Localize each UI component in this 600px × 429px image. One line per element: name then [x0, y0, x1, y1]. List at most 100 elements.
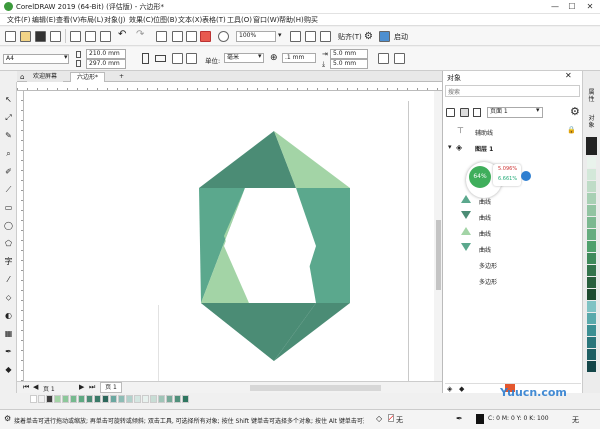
- zoom-width-icon[interactable]: [305, 31, 316, 42]
- palette-black-swatch[interactable]: [586, 137, 597, 155]
- vertical-scroll-thumb[interactable]: [436, 220, 441, 290]
- menu-object[interactable]: 对象(J): [104, 15, 126, 25]
- palette-swatch[interactable]: [587, 325, 596, 336]
- palette-swatch[interactable]: [587, 337, 596, 348]
- palette-swatch[interactable]: [587, 217, 596, 228]
- close-button[interactable]: ✕: [583, 1, 597, 12]
- menu-effects[interactable]: 效果(C): [129, 15, 153, 25]
- landscape-icon[interactable]: [155, 55, 166, 62]
- menu-layout[interactable]: 布局(L): [80, 15, 103, 25]
- bottom-palette-swatch[interactable]: [70, 395, 77, 403]
- zoom-fit-icon[interactable]: [320, 31, 331, 42]
- palette-swatch[interactable]: [587, 277, 596, 288]
- connector-tool-icon[interactable]: ⬦: [3, 292, 14, 303]
- crop-tool-icon[interactable]: ✎: [3, 130, 14, 141]
- page-layout-icon[interactable]: [394, 53, 405, 64]
- new-layer-icon[interactable]: ◈: [447, 385, 452, 393]
- page-select-chevron-icon[interactable]: ▾: [536, 106, 540, 114]
- bottom-palette-swatch[interactable]: [110, 395, 117, 403]
- palette-swatch[interactable]: [587, 265, 596, 276]
- paste-icon[interactable]: [100, 31, 111, 42]
- object-item-polygon[interactable]: 多边形: [479, 277, 497, 286]
- paper-size-chevron-icon[interactable]: ▾: [64, 53, 68, 61]
- redo-icon[interactable]: ↷: [136, 29, 144, 40]
- docker-options-gear-icon[interactable]: ⚙: [570, 105, 580, 118]
- page-tab-1[interactable]: 页 1: [100, 382, 122, 393]
- drawing-canvas[interactable]: [24, 91, 434, 381]
- status-gear-icon[interactable]: ⚙: [4, 414, 11, 423]
- open-folder-icon[interactable]: [20, 31, 31, 42]
- zoom-dropdown-chevron-icon[interactable]: ▾: [278, 31, 282, 39]
- menu-edit[interactable]: 编辑(E): [32, 15, 56, 25]
- paper-size-select[interactable]: A4: [3, 54, 69, 64]
- menu-table[interactable]: 表格(T): [202, 15, 226, 25]
- next-page-icon[interactable]: ▶: [79, 383, 84, 391]
- object-item-polygon[interactable]: 多边形: [479, 261, 497, 270]
- units-chevron-icon[interactable]: ▾: [258, 52, 262, 60]
- freehand-tool-icon[interactable]: ✐: [3, 166, 14, 177]
- ellipse-tool-icon[interactable]: ◯: [3, 220, 14, 231]
- docker-close-icon[interactable]: ✕: [565, 71, 572, 80]
- last-page-icon[interactable]: ⏭: [89, 383, 95, 392]
- bottom-palette-swatch[interactable]: [166, 395, 173, 403]
- bottom-palette-swatch[interactable]: [142, 395, 149, 403]
- transparency-tool-icon[interactable]: ▦: [3, 328, 14, 339]
- bottom-palette-swatch[interactable]: [158, 395, 165, 403]
- snap-to-menu[interactable]: 贴齐(T): [338, 32, 362, 42]
- export-icon[interactable]: [186, 31, 197, 42]
- bottom-palette-swatch[interactable]: [126, 395, 133, 403]
- bottom-palette-swatch[interactable]: [150, 395, 157, 403]
- tab-document[interactable]: 六边形*: [70, 72, 106, 82]
- tab-welcome[interactable]: 欢迎屏幕: [27, 72, 64, 82]
- rectangle-tool-icon[interactable]: ▭: [3, 202, 14, 213]
- bottom-palette-swatch[interactable]: [54, 395, 61, 403]
- layer-1-label[interactable]: 图层 1: [475, 144, 493, 153]
- menu-view[interactable]: 查看(V): [56, 15, 80, 25]
- hexagon-artwork[interactable]: [24, 91, 434, 381]
- palette-swatch[interactable]: [587, 349, 596, 360]
- new-document-icon[interactable]: [5, 31, 16, 42]
- menu-bitmaps[interactable]: 位图(B): [153, 15, 177, 25]
- bottom-palette-swatch[interactable]: [30, 395, 37, 403]
- polygon-tool-icon[interactable]: ⬠: [3, 238, 14, 249]
- all-pages-icon[interactable]: [172, 53, 183, 64]
- page-select[interactable]: 页面 1: [487, 107, 543, 118]
- nudge-distance-field[interactable]: .1 mm: [282, 53, 316, 63]
- cut-icon[interactable]: [70, 31, 81, 42]
- undo-icon[interactable]: ↶: [118, 29, 126, 40]
- palette-swatch[interactable]: [587, 361, 596, 372]
- launch-menu[interactable]: 启动: [394, 32, 408, 42]
- bottom-palette-swatch[interactable]: [174, 395, 181, 403]
- object-item-curve[interactable]: 曲线: [479, 197, 491, 206]
- horizontal-scroll-thumb[interactable]: [250, 385, 381, 391]
- maximize-button[interactable]: ☐: [565, 1, 579, 12]
- docker-search-field[interactable]: [445, 85, 580, 97]
- bottom-palette-swatch[interactable]: [62, 395, 69, 403]
- object-item-curve[interactable]: 曲线: [479, 229, 491, 238]
- publish-pdf-icon[interactable]: [200, 31, 211, 42]
- page-height-field[interactable]: 297.0 mm: [86, 59, 126, 69]
- palette-swatch[interactable]: [587, 181, 596, 192]
- bottom-palette-swatch[interactable]: [94, 395, 101, 403]
- duplicate-x-field[interactable]: 5.0 mm: [330, 49, 368, 59]
- copy-icon[interactable]: [85, 31, 96, 42]
- save-icon[interactable]: [35, 31, 46, 42]
- object-item-curve[interactable]: 曲线: [479, 245, 491, 254]
- menu-window[interactable]: 窗口(W): [253, 15, 279, 25]
- bottom-palette-swatch[interactable]: [38, 395, 45, 403]
- minimize-button[interactable]: —: [548, 1, 562, 12]
- layer-view-icon[interactable]: [460, 108, 469, 117]
- pick-tool-icon[interactable]: ↖: [3, 94, 14, 105]
- horizontal-ruler[interactable]: [17, 82, 442, 91]
- vertical-ruler[interactable]: [17, 91, 24, 381]
- duplicate-y-field[interactable]: 5.0 mm: [330, 59, 368, 69]
- search-content-icon[interactable]: [156, 31, 167, 42]
- palette-swatch[interactable]: [587, 157, 596, 168]
- menu-help[interactable]: 帮助(H): [279, 15, 304, 25]
- palette-swatch[interactable]: [587, 289, 596, 300]
- prev-page-icon[interactable]: ◀: [33, 383, 38, 391]
- first-page-icon[interactable]: ⏮: [23, 383, 29, 392]
- page-width-field[interactable]: 210.0 mm: [86, 49, 126, 59]
- home-icon[interactable]: ⌂: [20, 73, 24, 81]
- bottom-palette-swatch[interactable]: [102, 395, 109, 403]
